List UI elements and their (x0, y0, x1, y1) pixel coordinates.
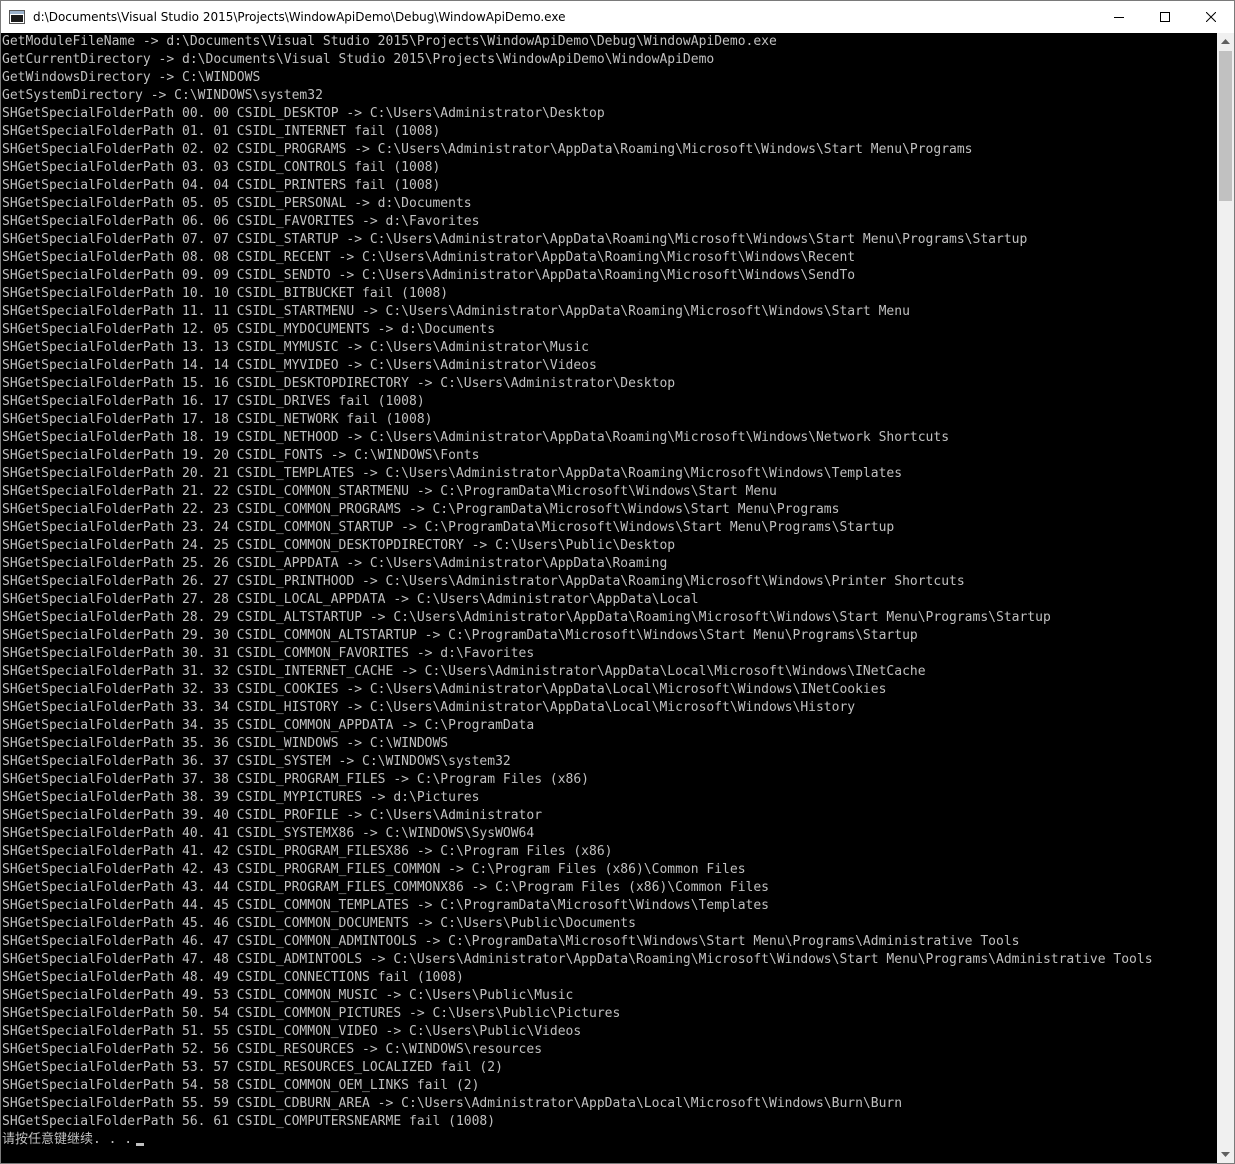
console-line: SHGetSpecialFolderPath 36. 37 CSIDL_SYST… (2, 754, 511, 769)
console-line: SHGetSpecialFolderPath 07. 07 CSIDL_STAR… (2, 232, 1028, 247)
console-line: SHGetSpecialFolderPath 20. 21 CSIDL_TEMP… (2, 466, 903, 481)
console-line: SHGetSpecialFolderPath 31. 32 CSIDL_INTE… (2, 664, 926, 679)
console-line: SHGetSpecialFolderPath 51. 55 CSIDL_COMM… (2, 1024, 582, 1039)
maximize-button[interactable] (1142, 1, 1188, 33)
console-line: SHGetSpecialFolderPath 03. 03 CSIDL_CONT… (2, 160, 441, 175)
console-line: SHGetSpecialFolderPath 24. 25 CSIDL_COMM… (2, 538, 676, 553)
scroll-up-button[interactable] (1217, 33, 1234, 50)
console-line: SHGetSpecialFolderPath 17. 18 CSIDL_NETW… (2, 412, 433, 427)
console-line: SHGetSpecialFolderPath 41. 42 CSIDL_PROG… (2, 844, 613, 859)
console-line: SHGetSpecialFolderPath 40. 41 CSIDL_SYST… (2, 826, 535, 841)
console-line: SHGetSpecialFolderPath 43. 44 CSIDL_PROG… (2, 880, 770, 895)
console-line: GetCurrentDirectory -> d:\Documents\Visu… (2, 52, 715, 67)
maximize-icon (1160, 12, 1170, 22)
console-line: SHGetSpecialFolderPath 12. 05 CSIDL_MYDO… (2, 322, 496, 337)
console-line: SHGetSpecialFolderPath 47. 48 CSIDL_ADMI… (2, 952, 1153, 967)
console-line: SHGetSpecialFolderPath 05. 05 CSIDL_PERS… (2, 196, 472, 211)
console-line: SHGetSpecialFolderPath 04. 04 CSIDL_PRIN… (2, 178, 441, 193)
console-window: d:\Documents\Visual Studio 2015\Projects… (0, 0, 1235, 1164)
console-line: SHGetSpecialFolderPath 13. 13 CSIDL_MYMU… (2, 340, 589, 355)
console-line: SHGetSpecialFolderPath 30. 31 CSIDL_COMM… (2, 646, 535, 661)
console-line: SHGetSpecialFolderPath 42. 43 CSIDL_PROG… (2, 862, 746, 877)
console-prompt-line: 请按任意键继续. . . (1, 1131, 1219, 1149)
console-line: GetWindowsDirectory -> C:\WINDOWS (2, 70, 261, 85)
console-line: SHGetSpecialFolderPath 22. 23 CSIDL_COMM… (2, 502, 840, 517)
console-line: GetSystemDirectory -> C:\WINDOWS\system3… (2, 88, 323, 103)
console-line: SHGetSpecialFolderPath 21. 22 CSIDL_COMM… (2, 484, 777, 499)
console-line: SHGetSpecialFolderPath 00. 00 CSIDL_DESK… (2, 106, 605, 121)
minimize-button[interactable] (1096, 1, 1142, 33)
console-line: SHGetSpecialFolderPath 48. 49 CSIDL_CONN… (2, 970, 464, 985)
console-line: SHGetSpecialFolderPath 34. 35 CSIDL_COMM… (2, 718, 535, 733)
console-line: SHGetSpecialFolderPath 26. 27 CSIDL_PRIN… (2, 574, 965, 589)
console-line: SHGetSpecialFolderPath 08. 08 CSIDL_RECE… (2, 250, 856, 265)
console-line: SHGetSpecialFolderPath 44. 45 CSIDL_COMM… (2, 898, 770, 913)
console-line: SHGetSpecialFolderPath 25. 26 CSIDL_APPD… (2, 556, 668, 571)
console-line: SHGetSpecialFolderPath 28. 29 CSIDL_ALTS… (2, 610, 1051, 625)
console-line: SHGetSpecialFolderPath 02. 02 CSIDL_PROG… (2, 142, 973, 157)
console-line: SHGetSpecialFolderPath 39. 40 CSIDL_PROF… (2, 808, 543, 823)
console-line: SHGetSpecialFolderPath 38. 39 CSIDL_MYPI… (2, 790, 480, 805)
console-line: SHGetSpecialFolderPath 56. 61 CSIDL_COMP… (2, 1114, 496, 1129)
window-title: d:\Documents\Visual Studio 2015\Projects… (33, 10, 566, 24)
console-line: SHGetSpecialFolderPath 37. 38 CSIDL_PROG… (2, 772, 589, 787)
text-cursor (136, 1143, 145, 1146)
scroll-thumb[interactable] (1219, 51, 1232, 201)
console-prompt-text: 请按任意键继续. . . (2, 1132, 133, 1147)
console-line: SHGetSpecialFolderPath 19. 20 CSIDL_FONT… (2, 448, 480, 463)
console-line: SHGetSpecialFolderPath 33. 34 CSIDL_HIST… (2, 700, 856, 715)
console-line: SHGetSpecialFolderPath 53. 57 CSIDL_RESO… (2, 1060, 503, 1075)
console-line: SHGetSpecialFolderPath 49. 53 CSIDL_COMM… (2, 988, 574, 1003)
console-line: SHGetSpecialFolderPath 01. 01 CSIDL_INTE… (2, 124, 441, 139)
console-line: SHGetSpecialFolderPath 52. 56 CSIDL_RESO… (2, 1042, 543, 1057)
scroll-up-arrow-icon (1221, 39, 1230, 44)
console-line: SHGetSpecialFolderPath 16. 17 CSIDL_DRIV… (2, 394, 425, 409)
title-bar[interactable]: d:\Documents\Visual Studio 2015\Projects… (1, 1, 1234, 33)
console-line: SHGetSpecialFolderPath 10. 10 CSIDL_BITB… (2, 286, 449, 301)
console-line: SHGetSpecialFolderPath 54. 58 CSIDL_COMM… (2, 1078, 480, 1093)
scroll-down-button[interactable] (1217, 1146, 1234, 1163)
console-line: SHGetSpecialFolderPath 27. 28 CSIDL_LOCA… (2, 592, 699, 607)
console-app-icon (9, 9, 25, 25)
scroll-down-arrow-icon (1221, 1152, 1230, 1157)
console-line: SHGetSpecialFolderPath 50. 54 CSIDL_COMM… (2, 1006, 621, 1021)
console-line: SHGetSpecialFolderPath 18. 19 CSIDL_NETH… (2, 430, 950, 445)
console-output[interactable]: GetModuleFileName -> d:\Documents\Visual… (1, 33, 1219, 1163)
console-line: SHGetSpecialFolderPath 32. 33 CSIDL_COOK… (2, 682, 887, 697)
console-line: SHGetSpecialFolderPath 09. 09 CSIDL_SEND… (2, 268, 856, 283)
console-line: SHGetSpecialFolderPath 06. 06 CSIDL_FAVO… (2, 214, 480, 229)
console-line: GetModuleFileName -> d:\Documents\Visual… (2, 34, 777, 49)
console-line: SHGetSpecialFolderPath 55. 59 CSIDL_CDBU… (2, 1096, 903, 1111)
console-line: SHGetSpecialFolderPath 15. 16 CSIDL_DESK… (2, 376, 676, 391)
console-line: SHGetSpecialFolderPath 46. 47 CSIDL_COMM… (2, 934, 1020, 949)
console-line: SHGetSpecialFolderPath 35. 36 CSIDL_WIND… (2, 736, 449, 751)
vertical-scrollbar[interactable] (1217, 33, 1234, 1163)
minimize-icon (1114, 17, 1124, 18)
close-icon (1206, 12, 1216, 22)
console-line: SHGetSpecialFolderPath 45. 46 CSIDL_COMM… (2, 916, 636, 931)
close-button[interactable] (1188, 1, 1234, 33)
console-line: SHGetSpecialFolderPath 11. 11 CSIDL_STAR… (2, 304, 910, 319)
console-line: SHGetSpecialFolderPath 14. 14 CSIDL_MYVI… (2, 358, 597, 373)
console-line: SHGetSpecialFolderPath 23. 24 CSIDL_COMM… (2, 520, 895, 535)
console-line: SHGetSpecialFolderPath 29. 30 CSIDL_COMM… (2, 628, 918, 643)
